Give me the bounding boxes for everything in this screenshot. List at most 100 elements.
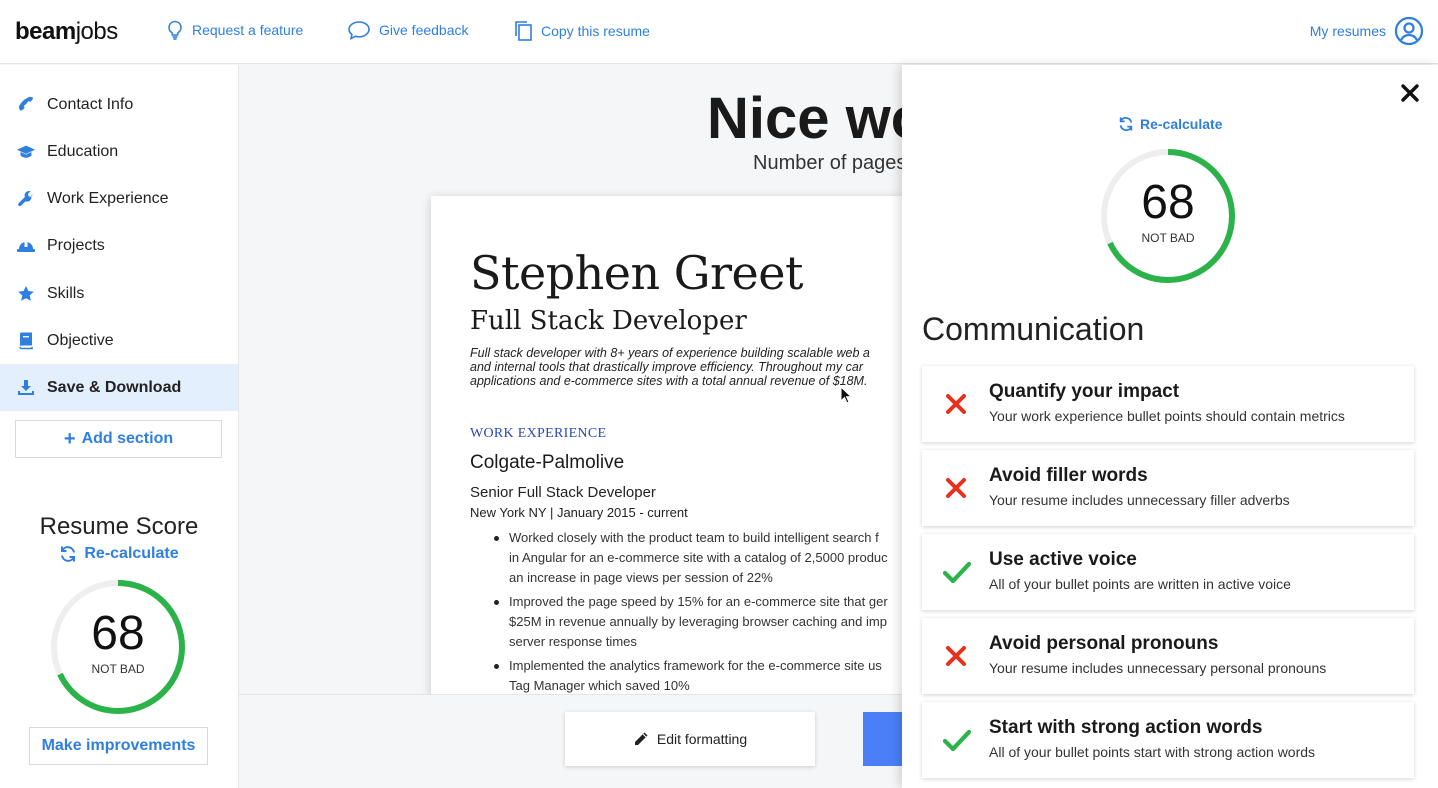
sidebar-item-education[interactable]: Education bbox=[0, 128, 238, 175]
resume-score-title: Resume Score bbox=[39, 513, 199, 540]
beamjobs-logo[interactable]: beamjobs bbox=[15, 18, 118, 46]
check-card-filler-words[interactable]: Avoid filler words Your resume includes … bbox=[922, 450, 1414, 526]
resume-bullet: Improved the page speed by 15% for an e-… bbox=[470, 592, 902, 652]
user-account-icon[interactable] bbox=[1394, 16, 1424, 46]
sidebar-item-label: Contact Info bbox=[47, 95, 134, 113]
resume-section-heading: WORK EXPERIENCE bbox=[470, 426, 607, 441]
resume-role: Full Stack Developer bbox=[470, 306, 747, 336]
wrench-icon bbox=[16, 189, 36, 209]
check-description: Your work experience bullet points shoul… bbox=[989, 408, 1345, 424]
sidebar: Contact Info Education Work Experience P… bbox=[0, 65, 239, 788]
sidebar-item-label: Projects bbox=[47, 236, 105, 254]
hard-hat-icon bbox=[16, 236, 36, 256]
resume-job-title: Senior Full Stack Developer bbox=[470, 484, 656, 501]
panel-recalculate-button[interactable]: Re-calculate bbox=[1118, 116, 1222, 132]
sidebar-item-contact-info[interactable]: Contact Info bbox=[0, 81, 238, 128]
lightbulb-icon bbox=[168, 20, 182, 40]
sidebar-item-label: Save & Download bbox=[47, 378, 182, 396]
bottom-action-bar: Edit formatting bbox=[239, 694, 902, 788]
make-improvements-label: Make improvements bbox=[41, 737, 196, 754]
edit-formatting-button[interactable]: Edit formatting bbox=[565, 712, 815, 766]
check-title: Quantify your impact bbox=[989, 381, 1180, 402]
check-card-quantify-impact[interactable]: Quantify your impact Your work experienc… bbox=[922, 366, 1414, 442]
sidebar-item-projects[interactable]: Projects bbox=[0, 222, 238, 269]
sidebar-score-gauge: 68 NOT BAD bbox=[49, 578, 187, 716]
resume-summary-line: and internal tools that drastically impr… bbox=[470, 360, 864, 374]
close-icon[interactable] bbox=[1400, 83, 1420, 103]
panel-score-gauge: 68 NOT BAD bbox=[1099, 147, 1237, 285]
plus-icon: + bbox=[63, 427, 76, 450]
copy-resume-link[interactable]: Copy this resume bbox=[513, 20, 650, 42]
resume-bullet: Implemented the analytics framework for … bbox=[470, 656, 902, 696]
edit-formatting-label: Edit formatting bbox=[656, 731, 748, 747]
sidebar-item-save-download[interactable]: Save & Download bbox=[0, 364, 238, 411]
resume-bullet: Worked closely with the product team to … bbox=[470, 528, 902, 588]
pencil-icon bbox=[634, 732, 648, 745]
check-description: All of your bullet points start with str… bbox=[989, 744, 1316, 760]
main-content: Nice wo Number of pages Stephen Greet Fu… bbox=[239, 65, 902, 788]
check-title: Avoid personal pronouns bbox=[989, 633, 1219, 654]
panel-score-value: 68 bbox=[1141, 176, 1195, 229]
check-title: Start with strong action words bbox=[989, 717, 1263, 738]
check-title: Avoid filler words bbox=[989, 465, 1148, 486]
chat-bubble-icon bbox=[348, 21, 370, 40]
make-improvements-button[interactable]: Make improvements bbox=[29, 727, 208, 765]
fail-x-icon bbox=[942, 390, 970, 418]
mouse-cursor-icon bbox=[840, 386, 852, 404]
check-card-personal-pronouns[interactable]: Avoid personal pronouns Your resume incl… bbox=[922, 618, 1414, 694]
resume-preview[interactable]: Stephen Greet Full Stack Developer Full … bbox=[431, 196, 902, 716]
give-feedback-label: Give feedback bbox=[379, 22, 469, 38]
request-feature-link[interactable]: Request a feature bbox=[166, 20, 303, 40]
check-card-active-voice[interactable]: Use active voice All of your bullet poin… bbox=[922, 534, 1414, 610]
pass-check-icon bbox=[942, 726, 972, 754]
sidebar-item-skills[interactable]: Skills bbox=[0, 270, 238, 317]
panel-score-label: NOT BAD bbox=[1141, 231, 1195, 245]
check-title: Use active voice bbox=[989, 549, 1137, 570]
star-icon bbox=[16, 284, 36, 304]
recalculate-label: Re-calculate bbox=[84, 545, 179, 562]
sidebar-item-work-experience[interactable]: Work Experience bbox=[0, 175, 238, 222]
pages-info: Number of pages bbox=[753, 152, 902, 174]
give-feedback-link[interactable]: Give feedback bbox=[347, 20, 469, 40]
refresh-icon bbox=[1119, 117, 1133, 131]
resume-company: Colgate-Palmolive bbox=[470, 452, 625, 473]
check-description: Your resume includes unnecessary filler … bbox=[989, 492, 1290, 508]
graduation-cap-icon bbox=[16, 142, 36, 162]
resume-summary: Full stack developer with 8+ years of ex… bbox=[470, 346, 902, 388]
refresh-icon bbox=[61, 546, 76, 562]
resume-name: Stephen Greet bbox=[470, 246, 803, 300]
resume-summary-line: applications and e-commerce sites with a… bbox=[470, 374, 868, 388]
sidebar-item-label: Education bbox=[47, 142, 119, 160]
resume-bullet-list: Worked closely with the product team to … bbox=[470, 528, 902, 700]
add-section-button[interactable]: + Add section bbox=[15, 420, 222, 458]
download-icon bbox=[16, 378, 36, 398]
main-heading: Nice wo bbox=[707, 86, 902, 151]
resume-summary-line: Full stack developer with 8+ years of ex… bbox=[470, 346, 870, 360]
request-feature-label: Request a feature bbox=[192, 22, 304, 38]
phone-icon bbox=[16, 95, 36, 115]
my-resumes-label: My resumes bbox=[1309, 23, 1386, 39]
download-button[interactable] bbox=[863, 712, 902, 766]
sidebar-score-label: NOT BAD bbox=[91, 662, 145, 676]
check-card-action-words[interactable]: Start with strong action words All of yo… bbox=[922, 702, 1414, 778]
sidebar-score-value: 68 bbox=[91, 607, 145, 660]
score-details-panel: Re-calculate 68 NOT BAD Communication Qu… bbox=[902, 65, 1438, 788]
copy-resume-label: Copy this resume bbox=[541, 23, 650, 39]
copy-icon bbox=[515, 21, 532, 41]
sidebar-item-label: Objective bbox=[47, 331, 114, 349]
sidebar-item-label: Work Experience bbox=[47, 189, 169, 207]
fail-x-icon bbox=[942, 474, 970, 502]
my-resumes-link[interactable]: My resumes bbox=[1310, 16, 1424, 46]
pass-check-icon bbox=[942, 558, 972, 586]
sidebar-item-objective[interactable]: Objective bbox=[0, 317, 238, 364]
book-icon bbox=[16, 331, 36, 351]
panel-section-heading: Communication bbox=[922, 311, 1145, 347]
top-bar: beamjobs Request a feature Give feedback… bbox=[0, 0, 1438, 64]
check-description: All of your bullet points are written in… bbox=[989, 576, 1291, 592]
fail-x-icon bbox=[942, 642, 970, 670]
sidebar-item-label: Skills bbox=[47, 284, 85, 302]
resume-location-dates: New York NY | January 2015 - current bbox=[470, 505, 688, 520]
recalculate-label: Re-calculate bbox=[1140, 116, 1223, 132]
check-description: Your resume includes unnecessary persona… bbox=[989, 660, 1327, 676]
sidebar-recalculate-button[interactable]: Re-calculate bbox=[0, 545, 238, 563]
